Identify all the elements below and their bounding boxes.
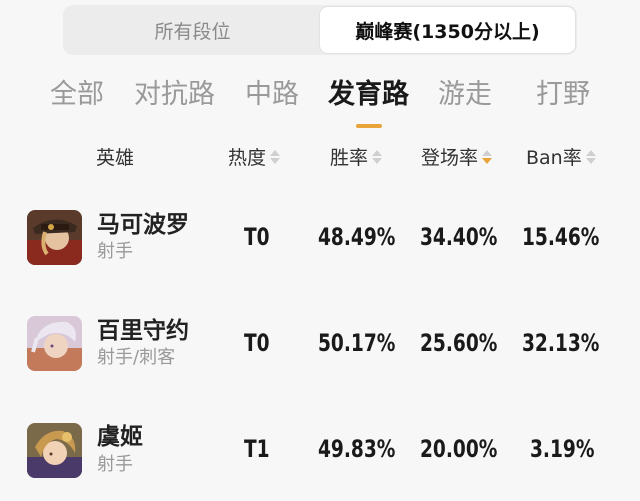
header-heat-label: 热度 bbox=[228, 147, 267, 169]
tab-roam[interactable]: 游走 bbox=[438, 72, 492, 111]
hero-role: 射手 bbox=[97, 454, 133, 475]
rank-segment-control: 所有段位 巅峰赛(1350分以上) bbox=[63, 5, 577, 55]
table-row[interactable]: 百里守约 射手/刺客 T0 50.17% 25.60% 32.13% bbox=[0, 298, 640, 398]
hero-name: 马可波罗 bbox=[97, 212, 189, 238]
table-row[interactable]: 虞姬 射手 T1 49.83% 20.00% 3.19% bbox=[0, 405, 640, 501]
hero-role: 射手/刺客 bbox=[97, 347, 176, 368]
sort-icon bbox=[372, 149, 383, 164]
hero-tier: T0 bbox=[244, 223, 270, 251]
table-header: 英雄 热度 胜率 登场率 Ban率 bbox=[0, 140, 640, 172]
header-hero-label: 英雄 bbox=[96, 147, 135, 169]
hero-win-rate: 50.17% bbox=[318, 329, 396, 357]
header-ban-rate[interactable]: Ban率 bbox=[526, 143, 596, 170]
active-tab-indicator bbox=[356, 124, 382, 128]
header-win-label: 胜率 bbox=[330, 147, 369, 169]
hero-ban-rate: 32.13% bbox=[522, 329, 600, 357]
tab-farm-lane[interactable]: 发育路 bbox=[328, 72, 409, 111]
hero-name: 虞姬 bbox=[97, 424, 143, 450]
tab-jungle[interactable]: 打野 bbox=[536, 72, 590, 111]
header-hero: 英雄 bbox=[96, 143, 134, 170]
hero-tier: T1 bbox=[244, 435, 270, 463]
tab-all[interactable]: 全部 bbox=[50, 72, 104, 111]
hero-ban-rate: 15.46% bbox=[522, 223, 600, 251]
sort-icon bbox=[270, 149, 281, 164]
hero-avatar bbox=[27, 423, 82, 478]
hero-ban-rate: 3.19% bbox=[530, 435, 595, 463]
hero-role: 射手 bbox=[97, 241, 133, 262]
lane-tabs: 全部 对抗路 中路 发育路 游走 打野 bbox=[0, 68, 640, 128]
hero-win-rate: 49.83% bbox=[318, 435, 396, 463]
header-ban-label: Ban率 bbox=[526, 147, 582, 169]
header-pick-label: 登场率 bbox=[421, 147, 479, 169]
hero-tier: T0 bbox=[244, 329, 270, 357]
sort-desc-icon bbox=[482, 149, 493, 164]
tab-mid-lane[interactable]: 中路 bbox=[245, 72, 299, 111]
hero-name: 百里守约 bbox=[97, 318, 189, 344]
table-row[interactable]: 马可波罗 射手 T0 48.49% 34.40% 15.46% bbox=[0, 190, 640, 290]
hero-pick-rate: 34.40% bbox=[420, 223, 498, 251]
header-pick-rate[interactable]: 登场率 bbox=[421, 143, 493, 170]
segment-all-ranks[interactable]: 所有段位 bbox=[65, 7, 320, 53]
sort-icon bbox=[585, 149, 596, 164]
hero-win-rate: 48.49% bbox=[318, 223, 396, 251]
hero-avatar bbox=[27, 210, 82, 265]
header-heat[interactable]: 热度 bbox=[228, 143, 281, 170]
segment-peak-match[interactable]: 巅峰赛(1350分以上) bbox=[320, 7, 575, 53]
hero-avatar bbox=[27, 316, 82, 371]
hero-pick-rate: 20.00% bbox=[420, 435, 498, 463]
tab-clash-lane[interactable]: 对抗路 bbox=[134, 72, 215, 111]
header-win-rate[interactable]: 胜率 bbox=[330, 143, 383, 170]
hero-pick-rate: 25.60% bbox=[420, 329, 498, 357]
